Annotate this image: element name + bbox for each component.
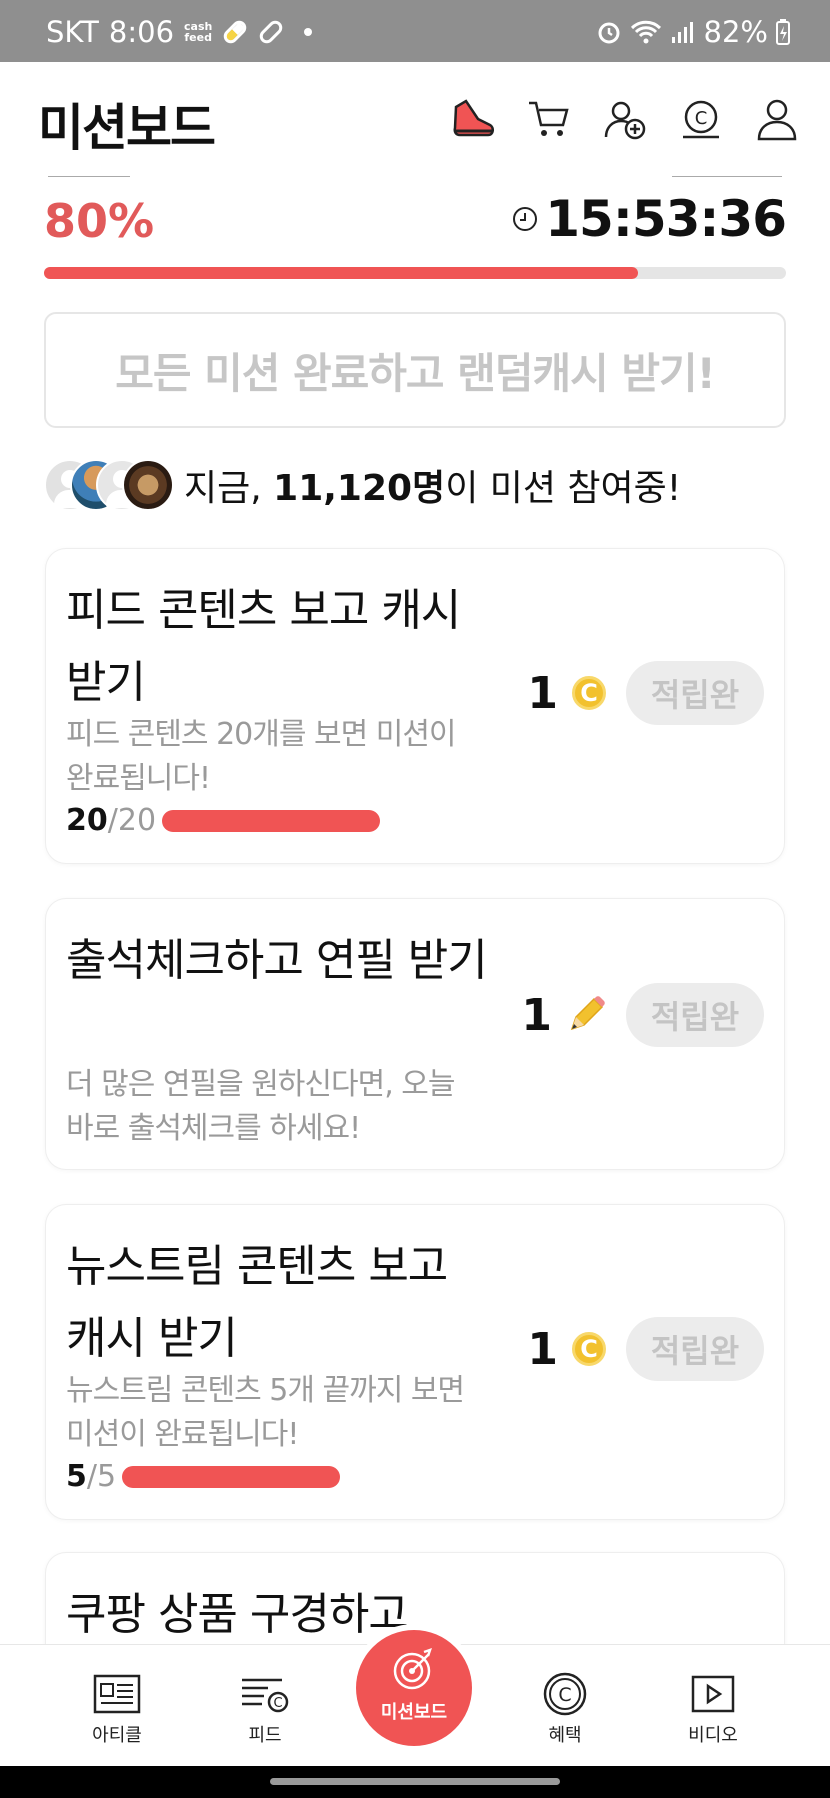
completion-percent: 80%: [44, 194, 155, 248]
mission-done-button[interactable]: 적립완: [626, 1317, 764, 1381]
mission-title: 피드 콘텐츠 보고 캐시 받기: [66, 585, 461, 708]
pill-notification-icon: [221, 17, 250, 47]
clock-icon: [513, 207, 538, 231]
mission-done-button[interactable]: 적립완: [626, 661, 764, 725]
progress-total: /5: [86, 1459, 117, 1494]
reward-amount: 1: [521, 989, 552, 1041]
mission-card[interactable]: 출석체크하고 연필 받기 더 많은 연필을 원하신다면, 오늘 바로 출석체크를…: [46, 899, 784, 1169]
mission-description: 피드 콘텐츠 20개를 보면 미션이 완료됩니다!: [66, 717, 457, 796]
cash-coin-icon[interactable]: C: [678, 96, 724, 142]
feed-icon: C: [205, 1671, 325, 1717]
nav-item-feed[interactable]: C 피드: [205, 1671, 325, 1747]
nav-item-video[interactable]: 비디오: [653, 1671, 773, 1747]
clock: 8:06: [108, 15, 175, 49]
nav-item-article[interactable]: 아티클: [57, 1671, 177, 1747]
system-navigation-bar: [0, 1766, 830, 1798]
timer-value: 15:53:36: [545, 190, 787, 248]
article-icon: [57, 1671, 177, 1717]
mission-description: 더 많은 연필을 원하신다면, 오늘 바로 출석체크를 하세요!: [66, 1067, 455, 1146]
svg-text:C: C: [273, 1696, 282, 1711]
participants-count: 11,120명: [273, 468, 446, 509]
app-header: 미션보드 C: [0, 62, 830, 176]
carrier: SKT: [46, 15, 99, 49]
page-title: 미션보드: [38, 99, 216, 157]
profile-icon[interactable]: [754, 96, 800, 142]
random-cash-button[interactable]: 모든 미션 완료하고 랜덤캐시 받기!: [44, 312, 786, 428]
participants-text: 지금, 11,120명이 미션 참여중!: [184, 459, 681, 511]
pencil-icon: [570, 996, 605, 1031]
mission-progress-bar: [162, 809, 381, 832]
participant-avatars: [44, 459, 174, 511]
remaining-timer: 15:53:36: [513, 190, 787, 248]
mission-progress: 20/20: [66, 803, 381, 838]
svg-text:C: C: [558, 1684, 571, 1706]
battery-percent: 82%: [703, 15, 768, 49]
status-bar: SKT 8:06 cash feed 82%: [0, 0, 830, 62]
benefit-icon: C: [505, 1671, 625, 1717]
nav-label: 미션보드: [380, 1702, 448, 1723]
mission-reward: 1 C 적립완: [527, 1317, 764, 1381]
home-gesture-handle[interactable]: [270, 1778, 560, 1785]
nav-label: 피드: [248, 1725, 282, 1746]
mission-reward: 1 C 적립완: [527, 661, 764, 725]
progress-done: 5: [66, 1459, 87, 1494]
wifi-icon: [630, 20, 661, 44]
scrolled-away-labels: [0, 176, 830, 182]
signal-icon: [671, 22, 693, 43]
mission-description: 뉴스트림 콘텐츠 5개 끝까지 보면 미션이 완료됩니다!: [66, 1373, 465, 1452]
svg-text:C: C: [695, 108, 708, 129]
pill-outline-notification-icon: [257, 17, 286, 47]
more-notifications-icon: [304, 28, 313, 36]
nav-label: 혜택: [548, 1725, 582, 1746]
nav-item-benefit[interactable]: C 혜택: [505, 1671, 625, 1747]
reward-amount: 1: [527, 667, 558, 719]
mission-title: 뉴스트림 콘텐츠 보고 캐시 받기: [66, 1241, 448, 1364]
progress-done: 20: [66, 803, 108, 838]
avatar: [122, 459, 174, 511]
nav-label: 비디오: [688, 1725, 738, 1746]
cashfeed-notification-icon: cash feed: [184, 21, 212, 43]
target-icon: [356, 1630, 472, 1692]
nav-item-mission-board[interactable]: 미션보드: [356, 1630, 472, 1746]
progress-total: /20: [107, 803, 157, 838]
mission-reward: 1 적립완: [521, 983, 764, 1047]
mission-card[interactable]: 피드 콘텐츠 보고 캐시 받기 피드 콘텐츠 20개를 보면 미션이 완료됩니다…: [46, 549, 784, 863]
mission-title: 출석체크하고 연필 받기: [66, 935, 488, 986]
mission-progress-bar: [122, 1465, 341, 1488]
completion-progress-bar: [44, 267, 786, 279]
nav-label: 아티클: [92, 1725, 142, 1746]
mission-card[interactable]: 뉴스트림 콘텐츠 보고 캐시 받기 뉴스트림 콘텐츠 5개 끝까지 보면 미션이…: [46, 1205, 784, 1519]
completion-progress-fill: [44, 267, 638, 279]
participants-row: 지금, 11,120명이 미션 참여중!: [44, 459, 681, 511]
mission-board-content[interactable]: 80% 15:53:36 모든 미션 완료하고 랜덤캐시 받기! 지금, 11,…: [0, 176, 830, 1644]
coin-icon: C: [572, 1332, 606, 1366]
cart-icon[interactable]: [526, 96, 572, 142]
coin-icon: C: [572, 676, 606, 710]
cashfeed-label-bottom: feed: [184, 31, 212, 44]
alarm-icon: [598, 22, 620, 44]
reward-amount: 1: [527, 1323, 558, 1375]
mission-done-button[interactable]: 적립완: [626, 983, 764, 1047]
mission-progress: 5/5: [66, 1459, 341, 1494]
add-friend-icon[interactable]: [602, 96, 648, 142]
battery-charging-icon: [776, 19, 790, 45]
sneaker-icon[interactable]: [450, 96, 496, 142]
participants-suffix: 이 미션 참여중!: [445, 468, 682, 509]
participants-prefix: 지금,: [184, 468, 274, 509]
video-icon: [653, 1671, 773, 1717]
